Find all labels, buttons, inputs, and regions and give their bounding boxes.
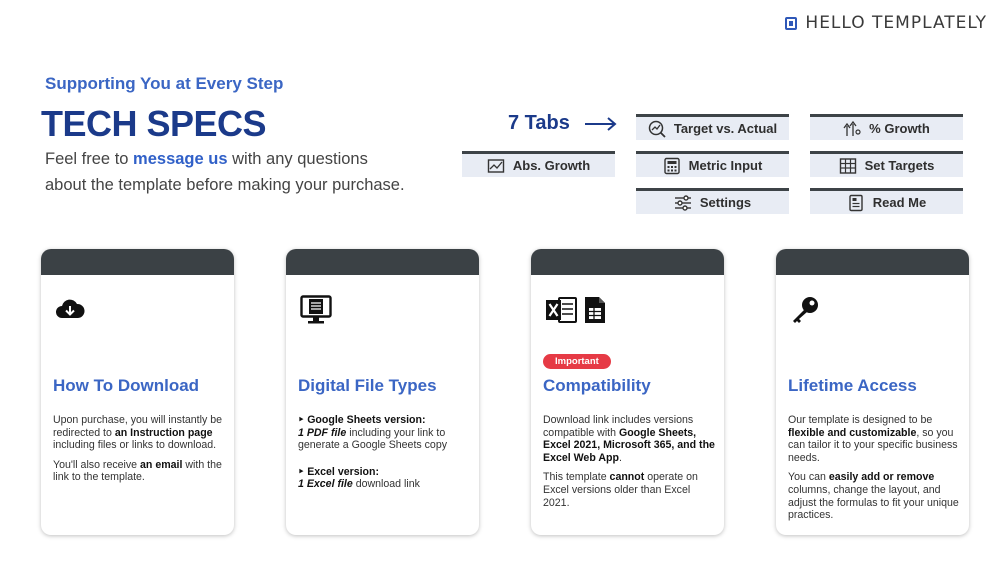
body-bold: easily add or remove — [828, 471, 935, 484]
card-header-bar — [776, 249, 969, 275]
bullet-heading: ‣ Google Sheets version: — [298, 414, 426, 426]
intro-text: Feel free to message us with any questio… — [45, 146, 405, 198]
message-us-link[interactable]: message us — [133, 150, 227, 168]
body-bold: an Instruction page — [114, 426, 213, 439]
card-body: Upon purchase, you will instantly be red… — [53, 414, 229, 491]
tabs-count-label: 7 Tabs — [508, 112, 570, 134]
chart-search-icon — [648, 120, 666, 138]
card-body: Download link includes versions compatib… — [543, 414, 719, 516]
card-header-bar — [286, 249, 479, 275]
body-text: This template — [543, 471, 610, 484]
tab-set-targets[interactable]: Set Targets — [810, 151, 963, 177]
computer-file-icon — [300, 293, 332, 327]
card-body: Our template is designed to be flexible … — [788, 414, 964, 529]
excel-sheets-icon — [545, 293, 607, 327]
tab-label: Read Me — [872, 195, 927, 210]
brand-logo-icon — [785, 16, 798, 30]
tab-abs-growth[interactable]: Abs. Growth — [462, 151, 615, 177]
important-badge: Important — [543, 354, 611, 369]
tab-settings[interactable]: Settings — [636, 188, 789, 214]
tab-label: Metric Input — [688, 158, 763, 173]
eyebrow-text: Supporting You at Every Step — [45, 74, 284, 93]
card-title: Compatibility — [543, 376, 651, 395]
bullet-heading: ‣ Excel version: — [298, 465, 380, 478]
chart-image-icon — [487, 157, 505, 175]
intro-prefix: Feel free to — [45, 150, 134, 168]
tab-read-me[interactable]: Read Me — [810, 188, 963, 214]
body-bold-italic: 1 Excel file — [298, 478, 353, 491]
growth-arrows-icon — [843, 120, 861, 138]
card-digital-file-types: Digital File Types ‣ Google Sheets versi… — [286, 249, 479, 535]
key-icon — [790, 293, 820, 327]
card-title: Lifetime Access — [788, 376, 917, 395]
tab-label: % Growth — [869, 121, 930, 136]
body-text: columns, change the layout, and adjust t… — [788, 483, 959, 522]
cloud-download-icon — [55, 293, 85, 327]
body-text: download link — [352, 478, 420, 491]
page-title: TECH SPECS — [41, 103, 267, 144]
keypad-icon — [663, 157, 681, 175]
sliders-icon — [674, 194, 692, 212]
body-bold: flexible and customizable — [788, 426, 917, 439]
grid-table-icon — [839, 157, 857, 175]
body-bold: an email — [140, 458, 183, 471]
tab-label: Target vs. Actual — [673, 121, 778, 136]
card-compatibility: Important Compatibility Download link in… — [531, 249, 724, 535]
tab-metric-input[interactable]: Metric Input — [636, 151, 789, 177]
card-header-bar — [41, 249, 234, 275]
card-header-bar — [531, 249, 724, 275]
body-text: . — [618, 451, 622, 464]
body-text: including files or links to download. — [53, 439, 217, 452]
body-text: You can — [788, 471, 829, 484]
card-title: Digital File Types — [298, 376, 437, 395]
document-icon — [847, 194, 865, 212]
body-bold: cannot — [609, 471, 645, 484]
card-body: ‣ Google Sheets version: 1 PDF file inclu… — [298, 414, 474, 505]
body-text: You'll also receive — [53, 458, 141, 471]
arrow-right-icon — [585, 117, 617, 131]
card-how-to-download: How To Download Upon purchase, you will … — [41, 249, 234, 535]
tab-target-vs-actual[interactable]: Target vs. Actual — [636, 114, 789, 140]
tab-label: Abs. Growth — [512, 158, 591, 173]
brand: HELLO TEMPLATELY — [785, 13, 987, 33]
brand-name: HELLO TEMPLATELY — [805, 13, 987, 33]
body-text: Our template is designed to be — [788, 414, 933, 426]
body-bold-italic: 1 PDF file — [298, 426, 347, 439]
card-title: How To Download — [53, 376, 200, 395]
tab-label: Set Targets — [864, 158, 935, 173]
tab-percent-growth[interactable]: % Growth — [810, 114, 963, 140]
card-lifetime-access: Lifetime Access Our template is designed… — [776, 249, 969, 535]
tab-label: Settings — [699, 195, 752, 210]
